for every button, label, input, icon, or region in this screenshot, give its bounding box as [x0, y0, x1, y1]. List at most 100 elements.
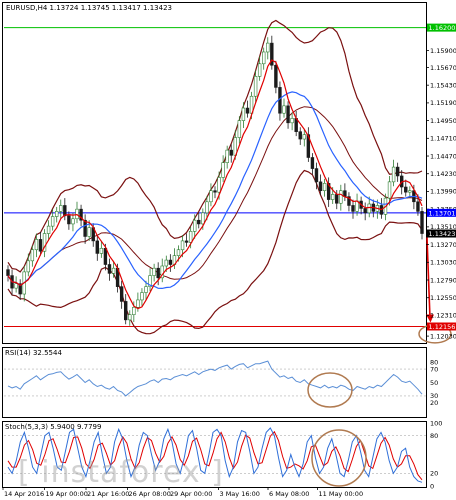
candle-body	[107, 264, 112, 274]
candle-body	[225, 149, 229, 163]
candle-body	[152, 267, 156, 276]
candle-body	[188, 231, 193, 243]
candle-body	[34, 239, 39, 251]
price-tag-label: 1.16200	[429, 24, 456, 32]
candle-body	[176, 249, 181, 256]
stoch-tick-label: 100	[430, 419, 442, 427]
time-tick-label: 29 Apr 00:00	[170, 490, 212, 498]
candle-body	[314, 168, 319, 183]
candle-body	[67, 215, 71, 225]
candle-body	[367, 203, 371, 214]
price-tick-label: 1.12030	[430, 332, 456, 340]
stoch-tick-label: 0	[430, 482, 434, 490]
candle-body	[229, 149, 233, 156]
price-tick-label: 1.15430	[430, 81, 456, 89]
candle-body	[245, 107, 250, 114]
time-tick-label: 6 May 08:00	[269, 490, 309, 498]
candle-body	[408, 190, 412, 193]
time-tick-label: 14 Apr 2016	[4, 490, 44, 498]
price-tick-label: 1.14710	[430, 135, 456, 143]
candle-body	[75, 208, 79, 220]
candle-body	[257, 63, 262, 77]
time-tick-label: 21 Apr 16:00	[87, 490, 129, 498]
candle-body	[274, 64, 278, 88]
candle-body	[6, 269, 10, 276]
candle-body	[217, 177, 221, 193]
time-tick-label: 19 Apr 00:00	[46, 490, 88, 498]
candle-body	[38, 239, 43, 252]
candle-body	[416, 201, 420, 212]
candle-body	[164, 259, 168, 267]
candle-body	[95, 240, 99, 254]
candle-body	[136, 299, 140, 308]
price-tick-label: 1.14230	[430, 170, 456, 178]
price-tick-label: 1.13990	[430, 188, 456, 196]
candle-body	[331, 194, 335, 200]
candle-body	[103, 247, 108, 265]
rsi-panel-frame	[2, 347, 427, 418]
rsi-label: RSI(14) 32.5544	[5, 349, 62, 357]
candle-body	[395, 166, 400, 177]
candle-body	[128, 314, 132, 321]
candle-body	[237, 120, 242, 138]
price-axis: 1.15900 1.15670 1.15430 1.15190 1.14950 1.147…	[426, 23, 456, 340]
candle-body	[30, 249, 35, 262]
candle-body	[87, 227, 91, 237]
rsi-tick-label: 20	[430, 399, 438, 407]
candle-body	[420, 211, 424, 234]
candle-body	[310, 157, 315, 169]
candle-body	[282, 105, 286, 114]
symbol-info: EURUSD,H4 1.13724 1.13745 1.13417 1.1342…	[6, 4, 172, 12]
candle-body	[197, 219, 201, 225]
candle-body	[46, 225, 51, 234]
candle-body	[262, 51, 266, 65]
candle-body	[111, 267, 116, 274]
candle-body	[322, 183, 327, 192]
price-tick-label: 1.15190	[430, 99, 456, 107]
price-tick-label: 1.15670	[430, 64, 456, 72]
time-tick-label: 3 May 16:00	[220, 490, 260, 498]
candle-body	[387, 181, 392, 199]
rsi-tick-label: 50	[430, 379, 438, 387]
price-tick-label: 1.15900	[430, 47, 456, 55]
candle-body	[205, 201, 209, 214]
candle-body	[59, 205, 63, 212]
price-tick-label: 1.12790	[430, 276, 456, 284]
price-tag-label: 1.13701	[429, 209, 456, 217]
candle-body	[63, 205, 67, 217]
price-tick-label: 1.14470	[430, 152, 456, 160]
stoch-tick-label: 80	[430, 432, 438, 440]
candle-body	[302, 134, 306, 140]
candle-body	[156, 267, 160, 279]
candle-body	[83, 219, 87, 237]
candle-body	[71, 218, 75, 225]
candle-body	[119, 286, 124, 302]
stoch-tick-label: 20	[430, 470, 438, 478]
price-tag-label: 1.12156	[429, 323, 456, 331]
candle-body	[241, 107, 246, 121]
candle-body	[253, 76, 258, 97]
candle-body	[55, 211, 59, 217]
price-panel-frame	[2, 2, 427, 344]
candle-body	[144, 286, 148, 293]
candle-body	[14, 283, 18, 289]
watermark-logo: [ instaforex ]	[18, 455, 224, 490]
candle-body	[132, 307, 136, 315]
price-tick-label: 1.12550	[430, 294, 456, 302]
candle-body	[213, 190, 217, 193]
candle-body	[124, 301, 128, 321]
price-tick-label: 1.12310	[430, 312, 456, 320]
candle-body	[266, 42, 270, 53]
candle-body	[221, 162, 225, 178]
candle-body	[290, 118, 294, 124]
candle-body	[193, 219, 197, 232]
candle-body	[351, 205, 355, 212]
price-tick-label: 1.13270	[430, 241, 456, 249]
candle-body	[50, 216, 55, 227]
time-tick-label: 26 Apr 08:00	[129, 490, 171, 498]
candle-body	[184, 240, 189, 243]
candle-body	[318, 181, 323, 192]
candle-body	[180, 240, 185, 251]
price-tag-label: 1.13423	[429, 230, 456, 238]
candle-body	[363, 208, 367, 214]
